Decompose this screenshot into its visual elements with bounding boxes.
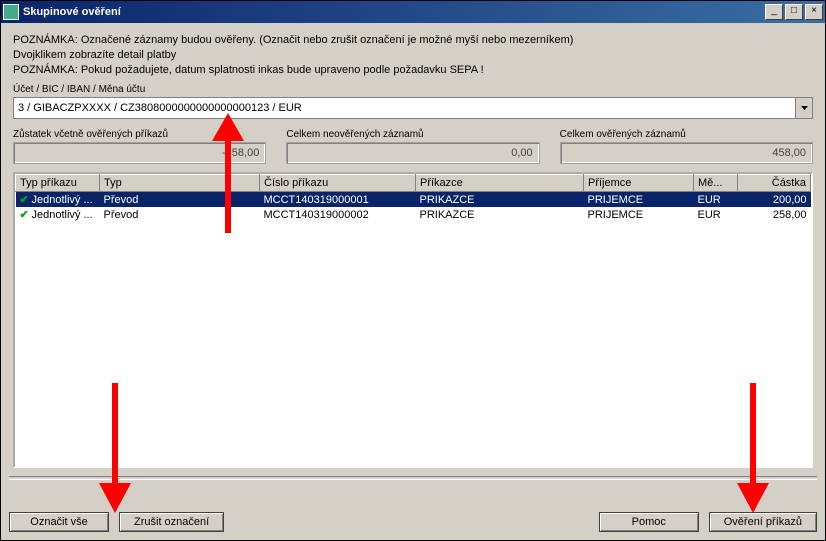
account-label: Účet / BIC / IBAN / Měna účtu: [13, 84, 813, 95]
balance-value: -458,00: [13, 142, 266, 164]
titlebar: Skupinové ověření _ □ ×: [1, 1, 825, 23]
note-line-3: POZNÁMKA: Pokud požadujete, datum splatn…: [13, 63, 813, 78]
verified-value: 458,00: [560, 142, 813, 164]
help-button[interactable]: Pomoc: [599, 512, 699, 532]
minimize-button[interactable]: _: [765, 4, 783, 20]
col-payer[interactable]: Příkazce: [416, 175, 584, 192]
col-order-type[interactable]: Typ příkazu: [16, 175, 100, 192]
unverified-label: Celkem neověřených záznamů: [286, 129, 539, 140]
col-payee[interactable]: Příjemce: [584, 175, 694, 192]
table-row[interactable]: ✔Jednotlivý ...PřevodMCCT140319000002PRI…: [16, 207, 811, 222]
col-order-number[interactable]: Číslo příkazu: [260, 175, 416, 192]
chevron-down-icon: [801, 106, 808, 110]
note-line-1: POZNÁMKA: Označené záznamy budou ověřeny…: [13, 33, 813, 48]
col-currency[interactable]: Mě...: [694, 175, 738, 192]
window-buttons: _ □ ×: [763, 4, 823, 20]
maximize-button[interactable]: □: [785, 4, 803, 20]
account-dropdown-button[interactable]: [795, 98, 812, 118]
col-amount[interactable]: Částka: [738, 175, 811, 192]
mark-all-button[interactable]: Označit vše: [9, 512, 109, 532]
app-icon: [3, 4, 19, 20]
col-type[interactable]: Typ: [100, 175, 260, 192]
unmark-button[interactable]: Zrušit označení: [119, 512, 224, 532]
check-icon: ✔: [20, 193, 32, 206]
app-window: Skupinové ověření _ □ × POZNÁMKA: Označe…: [0, 0, 826, 541]
button-bar: Označit vše Zrušit označení Pomoc Ověřen…: [9, 512, 817, 532]
account-field[interactable]: [14, 98, 795, 118]
summary-row: Zůstatek včetně ověřených příkazů -458,0…: [13, 129, 813, 164]
close-button[interactable]: ×: [805, 4, 823, 20]
grid-header-row: Typ příkazu Typ Číslo příkazu Příkazce P…: [16, 175, 811, 192]
unverified-value: 0,00: [286, 142, 539, 164]
orders-grid[interactable]: Typ příkazu Typ Číslo příkazu Příkazce P…: [13, 172, 813, 468]
notes: POZNÁMKA: Označené záznamy budou ověřeny…: [13, 33, 813, 78]
note-line-2: Dvojklikem zobrazíte detail platby: [13, 48, 813, 63]
check-icon: ✔: [20, 208, 32, 221]
separator: [9, 476, 817, 480]
verified-label: Celkem ověřených záznamů: [560, 129, 813, 140]
balance-label: Zůstatek včetně ověřených příkazů: [13, 129, 266, 140]
verify-button[interactable]: Ověření příkazů: [709, 512, 817, 532]
table-row[interactable]: ✔Jednotlivý ...PřevodMCCT140319000001PRI…: [16, 192, 811, 208]
account-combo[interactable]: [13, 97, 813, 119]
window-title: Skupinové ověření: [23, 6, 763, 18]
